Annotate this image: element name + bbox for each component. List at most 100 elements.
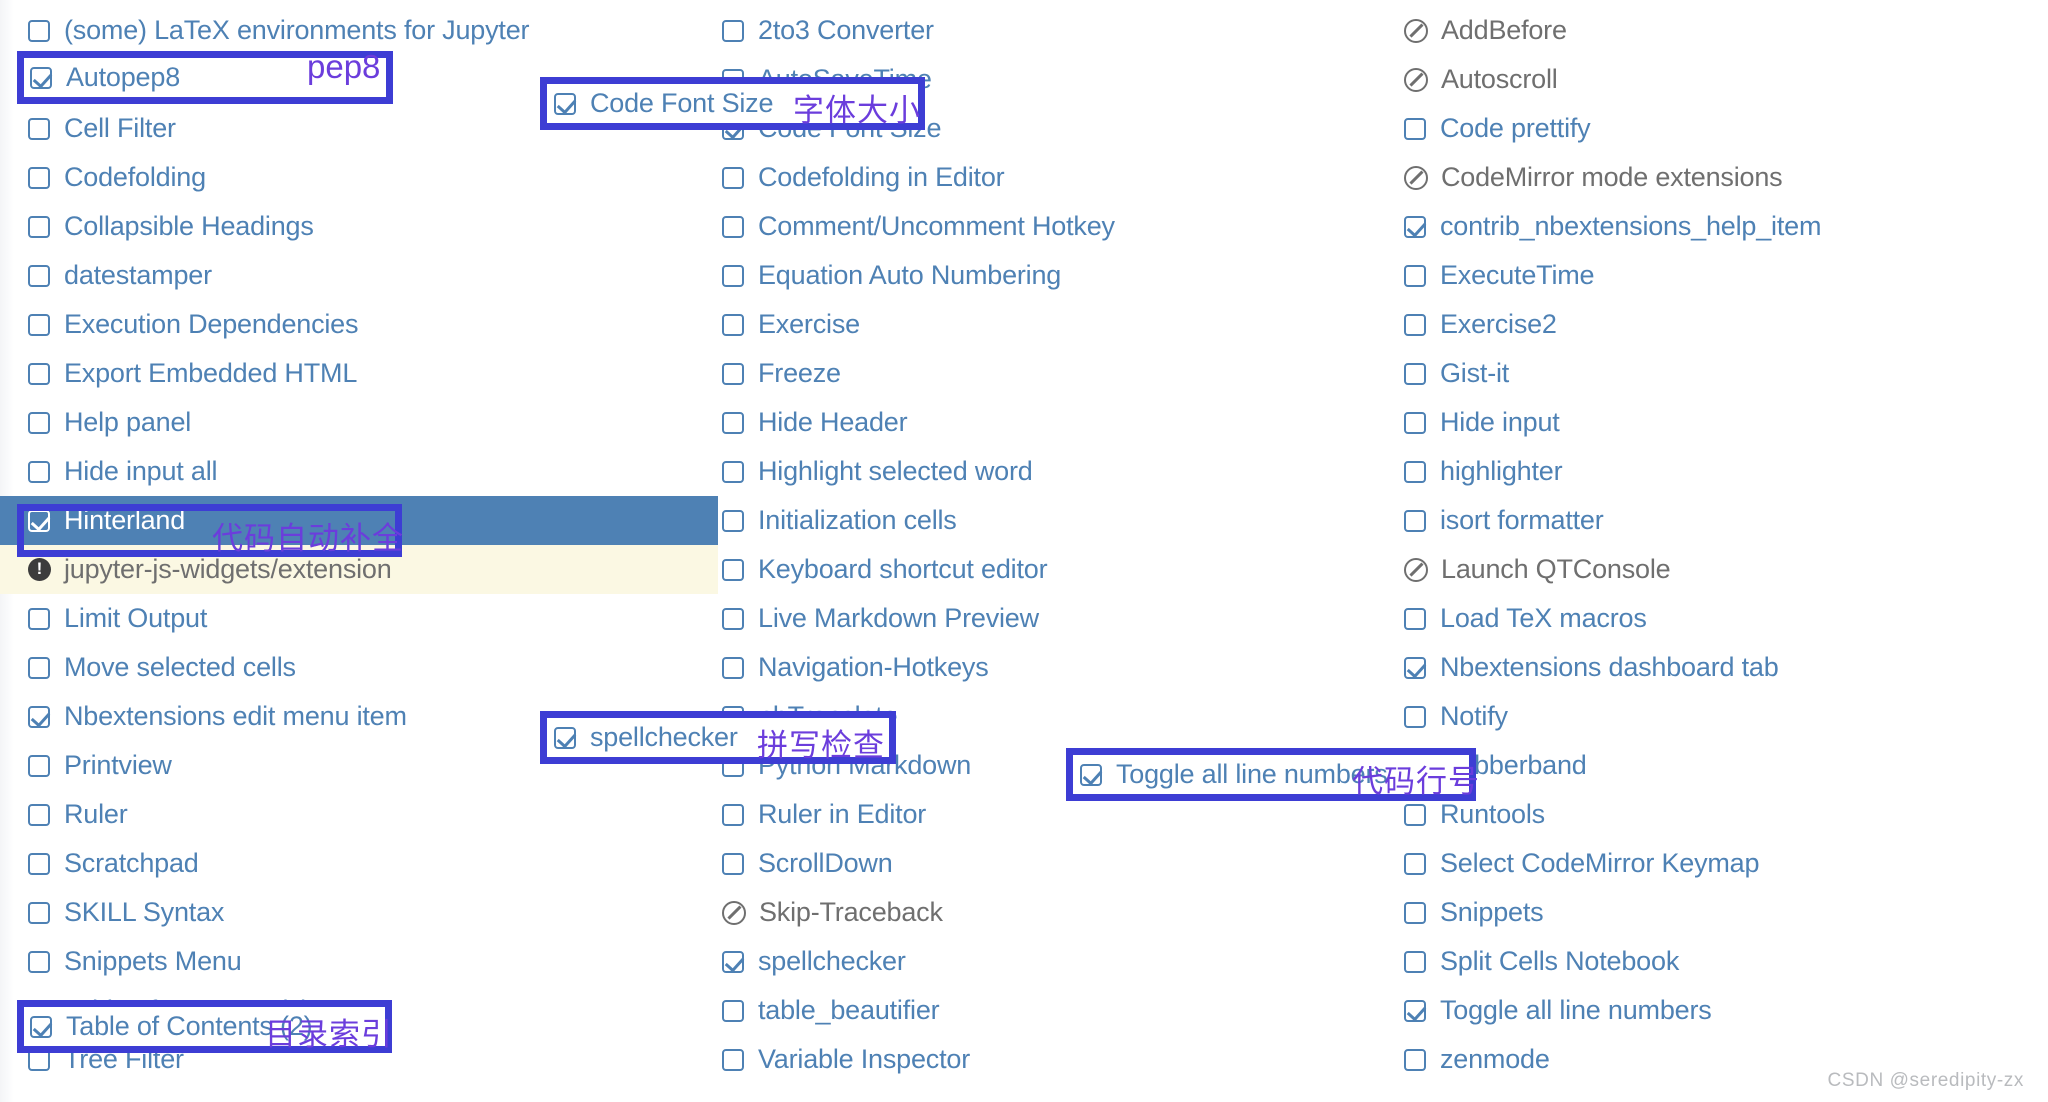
checkbox-checked-icon[interactable] [554,726,576,749]
extension-row[interactable]: Notify [1402,692,2046,741]
checkbox-unchecked-icon[interactable] [722,362,744,385]
annotated-row-code-font-size[interactable]: Code Font Size [552,79,774,128]
checkbox-unchecked-icon[interactable] [28,852,50,875]
extension-row[interactable]: Highlight selected word [720,447,1364,496]
checkbox-unchecked-icon[interactable] [28,313,50,336]
annotated-row-autopep8[interactable]: Autopep8 [28,53,180,102]
extension-row[interactable]: spellchecker [720,937,1364,986]
extension-row[interactable]: Codefolding in Editor [720,153,1364,202]
checkbox-unchecked-icon[interactable] [28,607,50,630]
extension-row[interactable]: Freeze [720,349,1364,398]
checkbox-unchecked-icon[interactable] [1404,411,1426,434]
extension-row[interactable]: Variable Inspector [720,1035,1364,1084]
extension-row[interactable]: Nbextensions dashboard tab [1402,643,2046,692]
extension-row[interactable]: Hide input [1402,398,2046,447]
extension-row[interactable]: Gist-it [1402,349,2046,398]
annotated-row-toggle-line-numbers[interactable]: Toggle all line numbers [1078,750,1388,799]
extension-row[interactable]: Snippets Menu [26,937,682,986]
extension-row[interactable]: Exercise2 [1402,300,2046,349]
checkbox-unchecked-icon[interactable] [722,264,744,287]
extension-row[interactable]: Snippets [1402,888,2046,937]
extension-row[interactable]: Hide input all [26,447,682,496]
checkbox-checked-icon[interactable] [1404,999,1426,1022]
extension-row[interactable]: Scratchpad [26,839,682,888]
checkbox-checked-icon[interactable] [1080,763,1102,786]
checkbox-unchecked-icon[interactable] [28,803,50,826]
extension-row[interactable]: Keyboard shortcut editor [720,545,1364,594]
checkbox-unchecked-icon[interactable] [28,411,50,434]
extension-row[interactable]: Codefolding [26,153,682,202]
checkbox-unchecked-icon[interactable] [1404,705,1426,728]
checkbox-unchecked-icon[interactable] [28,950,50,973]
extension-row-disabled[interactable]: Launch QTConsole [1402,545,2046,594]
checkbox-unchecked-icon[interactable] [1404,607,1426,630]
extension-row[interactable]: Initialization cells [720,496,1364,545]
extension-row[interactable]: Hide Header [720,398,1364,447]
extension-row[interactable]: Equation Auto Numbering [720,251,1364,300]
checkbox-unchecked-icon[interactable] [722,166,744,189]
checkbox-checked-icon[interactable] [1404,656,1426,679]
checkbox-unchecked-icon[interactable] [722,19,744,42]
checkbox-checked-icon[interactable] [30,1015,52,1038]
checkbox-unchecked-icon[interactable] [1404,509,1426,532]
checkbox-unchecked-icon[interactable] [28,166,50,189]
checkbox-checked-icon[interactable] [722,950,744,973]
checkbox-unchecked-icon[interactable] [722,558,744,581]
checkbox-unchecked-icon[interactable] [722,852,744,875]
extension-row[interactable]: Exercise [720,300,1364,349]
extension-row[interactable]: contrib_nbextensions_help_item [1402,202,2046,251]
checkbox-unchecked-icon[interactable] [28,656,50,679]
checkbox-unchecked-icon[interactable] [722,411,744,434]
extension-row[interactable]: isort formatter [1402,496,2046,545]
checkbox-checked-icon[interactable] [554,92,576,115]
extension-row[interactable]: Select CodeMirror Keymap [1402,839,2046,888]
extension-row-disabled[interactable]: CodeMirror mode extensions [1402,153,2046,202]
checkbox-unchecked-icon[interactable] [1404,117,1426,140]
checkbox-unchecked-icon[interactable] [28,362,50,385]
extension-row[interactable]: Help panel [26,398,682,447]
annotated-row-spellchecker[interactable]: spellchecker [552,713,738,762]
checkbox-checked-icon[interactable] [30,66,52,89]
extension-row[interactable]: Execution Dependencies [26,300,682,349]
extension-row[interactable]: highlighter [1402,447,2046,496]
checkbox-unchecked-icon[interactable] [1404,362,1426,385]
checkbox-unchecked-icon[interactable] [1404,950,1426,973]
extension-row[interactable]: Limit Output [26,594,682,643]
extension-row[interactable]: Move selected cells [26,643,682,692]
checkbox-unchecked-icon[interactable] [1404,803,1426,826]
extension-row-disabled[interactable]: Autoscroll [1402,55,2046,104]
extension-row[interactable]: Runtools [1402,790,2046,839]
checkbox-unchecked-icon[interactable] [1404,1048,1426,1071]
checkbox-unchecked-icon[interactable] [28,754,50,777]
checkbox-unchecked-icon[interactable] [28,19,50,42]
extension-row[interactable]: Collapsible Headings [26,202,682,251]
extension-row[interactable]: Rubberband [1402,741,2046,790]
checkbox-unchecked-icon[interactable] [1404,901,1426,924]
checkbox-checked-icon[interactable] [1404,215,1426,238]
checkbox-unchecked-icon[interactable] [28,215,50,238]
extension-row[interactable]: Live Markdown Preview [720,594,1364,643]
extension-row-disabled[interactable]: Skip-Traceback [720,888,1364,937]
extension-row-disabled[interactable]: AddBefore [1402,6,2046,55]
extension-row[interactable]: Comment/Uncomment Hotkey [720,202,1364,251]
extension-row[interactable]: 2to3 Converter [720,6,1364,55]
extension-row[interactable]: Export Embedded HTML [26,349,682,398]
checkbox-unchecked-icon[interactable] [1404,313,1426,336]
checkbox-unchecked-icon[interactable] [1404,264,1426,287]
checkbox-unchecked-icon[interactable] [28,117,50,140]
extension-row[interactable]: Navigation-Hotkeys [720,643,1364,692]
checkbox-unchecked-icon[interactable] [28,264,50,287]
checkbox-unchecked-icon[interactable] [722,607,744,630]
checkbox-unchecked-icon[interactable] [722,460,744,483]
checkbox-unchecked-icon[interactable] [722,656,744,679]
checkbox-checked-icon[interactable] [28,509,50,532]
checkbox-checked-icon[interactable] [28,705,50,728]
checkbox-unchecked-icon[interactable] [722,215,744,238]
extension-row[interactable]: datestamper [26,251,682,300]
extension-row[interactable]: SKILL Syntax [26,888,682,937]
extension-row[interactable]: Code prettify [1402,104,2046,153]
checkbox-unchecked-icon[interactable] [1404,460,1426,483]
checkbox-unchecked-icon[interactable] [28,1048,50,1071]
checkbox-unchecked-icon[interactable] [28,901,50,924]
extension-row[interactable]: Load TeX macros [1402,594,2046,643]
